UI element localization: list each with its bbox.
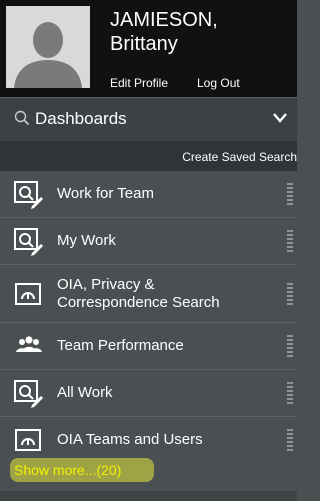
user-name-first: Brittany [110,33,178,55]
show-more-row: Show more...(20) [0,451,297,491]
show-more-link[interactable]: Show more...(20) [14,462,121,478]
search-edit-icon [14,380,43,408]
dashboards-dropdown[interactable]: Dashboards [0,97,297,142]
user-name-last: JAMIESON, [110,9,218,31]
menu-item-work-for-team[interactable]: Work for Team [0,171,297,218]
menu-item-label: Team Performance [57,337,184,354]
menu-item-team-performance[interactable]: Team Performance [0,323,297,370]
menu-item-all-work[interactable]: All Work [0,370,297,417]
search-edit-icon [14,228,43,256]
edit-profile-link[interactable]: Edit Profile [110,76,168,90]
bottom-divider [0,491,297,501]
create-saved-search-bar: Create Saved Search [0,141,297,171]
avatar[interactable] [6,6,90,88]
dashboard-gauge-icon [15,282,41,305]
drag-handle-icon[interactable] [287,282,293,305]
drag-handle-icon[interactable] [287,382,293,404]
dashboard-menu: Work for Team My Work OIA, Privacy & Cor… [0,171,297,464]
search-icon [14,110,30,126]
menu-item-my-work[interactable]: My Work [0,218,297,265]
menu-item-oia-privacy-search[interactable]: OIA, Privacy & Correspondence Search [0,265,297,323]
drag-handle-icon[interactable] [287,183,293,205]
dashboards-title: Dashboards [35,109,127,128]
menu-item-label: My Work [57,232,116,249]
menu-item-label-line1: OIA, Privacy & [57,275,155,293]
menu-item-label-line2: Correspondence Search [57,293,220,311]
menu-item-label: Work for Team [57,185,154,202]
chevron-down-icon[interactable] [272,112,288,124]
user-name: JAMIESON, Brittany [110,8,295,56]
menu-item-label: OIA Teams and Users [57,431,203,448]
profile-header: JAMIESON, Brittany Edit Profile Log Out [0,0,297,97]
menu-item-label: All Work [57,384,113,401]
create-saved-search-link[interactable]: Create Saved Search [182,150,297,164]
drag-handle-icon[interactable] [287,230,293,252]
people-group-icon [16,336,42,352]
search-edit-icon [14,181,43,209]
avatar-silhouette-icon [6,6,90,88]
drag-handle-icon[interactable] [287,429,293,451]
log-out-link[interactable]: Log Out [197,76,240,90]
drag-handle-icon[interactable] [287,335,293,357]
menu-item-label: OIA, Privacy & Correspondence Search [57,276,220,312]
